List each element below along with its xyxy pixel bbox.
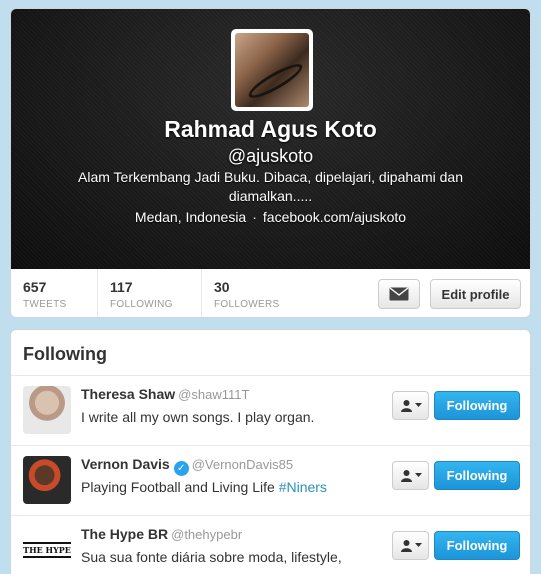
list-item: Vernon Davis ✓ @VernonDavis85 Playing Foot… xyxy=(11,446,530,516)
profile-fullname: Rahmad Agus Koto xyxy=(164,116,377,142)
profile-avatar[interactable] xyxy=(231,29,313,111)
profile-header: Rahmad Agus Koto @ajuskoto Alam Terkemba… xyxy=(11,9,530,269)
profile-url-link[interactable]: facebook.com/ajuskoto xyxy=(263,209,406,225)
stat-tweets-value: 657 xyxy=(23,279,47,295)
caret-down-icon xyxy=(414,543,422,547)
stat-followers-label: FOLLOWERS xyxy=(214,299,280,310)
user-handle[interactable]: @thehypebr xyxy=(171,527,242,542)
avatar[interactable] xyxy=(23,386,71,434)
stat-following-value: 117 xyxy=(110,279,133,295)
caret-down-icon xyxy=(414,473,422,477)
verified-badge-icon: ✓ xyxy=(173,461,189,476)
avatar[interactable] xyxy=(23,456,71,504)
hashtag-link[interactable]: #Niners xyxy=(279,479,327,495)
stat-following-label: FOLLOWING xyxy=(110,299,173,310)
user-bio: Playing Football and Living Life #Niners xyxy=(81,479,327,495)
following-button[interactable]: Following xyxy=(434,461,520,490)
person-icon xyxy=(400,470,412,482)
stats-bar: 657 TWEETS 117 FOLLOWING 30 FOLLOWERS Ed… xyxy=(11,269,530,317)
profile-bio: Alam Terkembang Jadi Buku. Dibaca, dipel… xyxy=(78,169,463,204)
message-button[interactable] xyxy=(378,279,420,309)
envelope-icon xyxy=(389,287,409,301)
avatar-logo-text: THE HYPE xyxy=(23,542,71,558)
edit-profile-button[interactable]: Edit profile xyxy=(430,279,521,309)
following-button[interactable]: Following xyxy=(434,531,520,560)
profile-screenname: @ajuskoto xyxy=(227,146,314,166)
meta-separator: · xyxy=(252,209,257,225)
user-bio-text: Playing Football and Living Life xyxy=(81,479,279,495)
user-actions-dropdown-button[interactable] xyxy=(392,391,429,420)
person-icon xyxy=(400,540,412,552)
profile-location: Medan, Indonesia xyxy=(134,209,247,225)
user-fullname[interactable]: Vernon Davis xyxy=(81,456,170,472)
stat-tweets[interactable]: 657 TWEETS xyxy=(11,269,98,317)
following-button[interactable]: Following xyxy=(434,391,520,420)
stat-followers[interactable]: 30 FOLLOWERS xyxy=(202,269,302,317)
profile-meta: Medan, Indonesia · facebook.com/ajuskoto xyxy=(11,209,530,225)
user-handle[interactable]: @VernonDavis85 xyxy=(192,457,293,472)
list-item: Theresa Shaw @shaw111T I write all my own… xyxy=(11,376,530,446)
user-fullname[interactable]: The Hype BR xyxy=(81,526,168,542)
following-title: Following xyxy=(11,330,530,376)
user-bio: Sua sua fonte diária sobre moda, lifesty… xyxy=(81,549,342,565)
profile-card: Rahmad Agus Koto @ajuskoto Alam Terkemba… xyxy=(10,8,531,318)
stat-following[interactable]: 117 FOLLOWING xyxy=(98,269,202,317)
stat-tweets-label: TWEETS xyxy=(23,299,67,310)
user-fullname[interactable]: Theresa Shaw xyxy=(81,386,175,402)
avatar[interactable]: THE HYPE xyxy=(23,526,71,574)
caret-down-icon xyxy=(414,403,422,407)
stat-followers-value: 30 xyxy=(214,279,230,295)
user-actions-dropdown-button[interactable] xyxy=(392,461,429,490)
user-handle[interactable]: @shaw111T xyxy=(178,387,249,402)
list-item: THE HYPE The Hype BR @thehypebr Sua sua f… xyxy=(11,516,530,574)
user-actions-dropdown-button[interactable] xyxy=(392,531,429,560)
following-card: Following Theresa Shaw @shaw111T I write … xyxy=(10,329,531,574)
person-icon xyxy=(400,400,412,412)
user-bio: I write all my own songs. I play organ. xyxy=(81,409,315,425)
